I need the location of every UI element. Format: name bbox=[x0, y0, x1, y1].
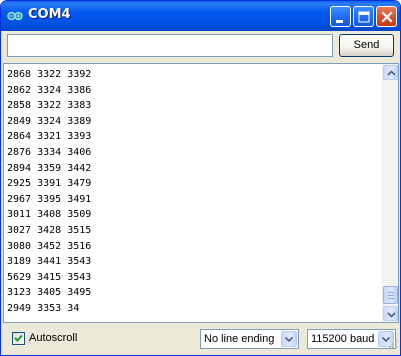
output-line: 2862 3324 3386 bbox=[7, 84, 92, 96]
autoscroll-label: Autoscroll bbox=[29, 332, 78, 344]
checkmark-icon bbox=[14, 334, 23, 342]
scroll-down-button[interactable] bbox=[383, 306, 398, 321]
maximize-icon bbox=[358, 11, 370, 23]
close-button[interactable] bbox=[376, 6, 397, 27]
thumb-grip-line bbox=[388, 295, 394, 296]
thumb-grip-line bbox=[388, 292, 394, 293]
scrollbar-thumb[interactable] bbox=[383, 286, 398, 304]
output-line: 3011 3408 3509 bbox=[7, 209, 92, 221]
footer-bar: Autoscroll No line ending 115200 baud bbox=[1, 325, 400, 353]
output-line: 2967 3395 3491 bbox=[7, 193, 92, 205]
close-icon bbox=[381, 11, 393, 23]
output-line: 2858 3322 3383 bbox=[7, 100, 92, 112]
minimize-button[interactable] bbox=[330, 6, 351, 27]
resize-grip-icon[interactable] bbox=[386, 339, 398, 351]
output-line: 3080 3452 3516 bbox=[7, 240, 92, 252]
output-line: 3189 3441 3543 bbox=[7, 256, 92, 268]
chevron-down-icon bbox=[387, 312, 396, 318]
scroll-up-button[interactable] bbox=[383, 65, 398, 80]
serial-send-input[interactable] bbox=[7, 34, 333, 57]
vertical-scrollbar[interactable] bbox=[382, 64, 398, 322]
line-ending-value: No line ending bbox=[204, 333, 275, 345]
line-ending-select[interactable]: No line ending bbox=[200, 329, 299, 349]
output-line: 2864 3321 3393 bbox=[7, 131, 92, 143]
output-line: 2894 3359 3442 bbox=[7, 162, 92, 174]
serial-output-panel[interactable]: 2868 3322 3392 2862 3324 3386 2858 3322 33… bbox=[3, 63, 399, 323]
chevron-up-icon bbox=[387, 70, 396, 76]
autoscroll-checkbox[interactable] bbox=[12, 332, 25, 345]
output-line: 2876 3334 3406 bbox=[7, 146, 92, 158]
output-line: 2949 3353 34 bbox=[7, 302, 80, 314]
title-bar[interactable]: COM4 bbox=[1, 1, 400, 31]
maximize-button[interactable] bbox=[353, 6, 374, 27]
send-button[interactable]: Send bbox=[339, 34, 394, 57]
arduino-infinity-icon bbox=[7, 9, 23, 23]
window-title: COM4 bbox=[28, 7, 71, 22]
chevron-down-icon bbox=[284, 336, 294, 343]
output-line: 3123 3405 3495 bbox=[7, 287, 92, 299]
baud-rate-value: 115200 baud bbox=[311, 333, 375, 345]
output-line: 5629 3415 3543 bbox=[7, 271, 92, 283]
thumb-grip-line bbox=[388, 298, 394, 299]
minimize-icon bbox=[336, 20, 343, 23]
output-line: 3027 3428 3515 bbox=[7, 224, 92, 236]
serial-monitor-window: COM4 Send 2868 3322 3392 2862 3324 3386 28… bbox=[0, 0, 401, 356]
output-line: 2925 3391 3479 bbox=[7, 178, 92, 190]
baud-rate-select[interactable]: 115200 baud bbox=[307, 329, 396, 349]
dropdown-button[interactable] bbox=[281, 331, 297, 347]
output-line: 2849 3324 3389 bbox=[7, 115, 92, 127]
output-line: 2868 3322 3392 bbox=[7, 69, 92, 80]
serial-output-text: 2868 3322 3392 2862 3324 3386 2858 3322 33… bbox=[7, 67, 379, 317]
